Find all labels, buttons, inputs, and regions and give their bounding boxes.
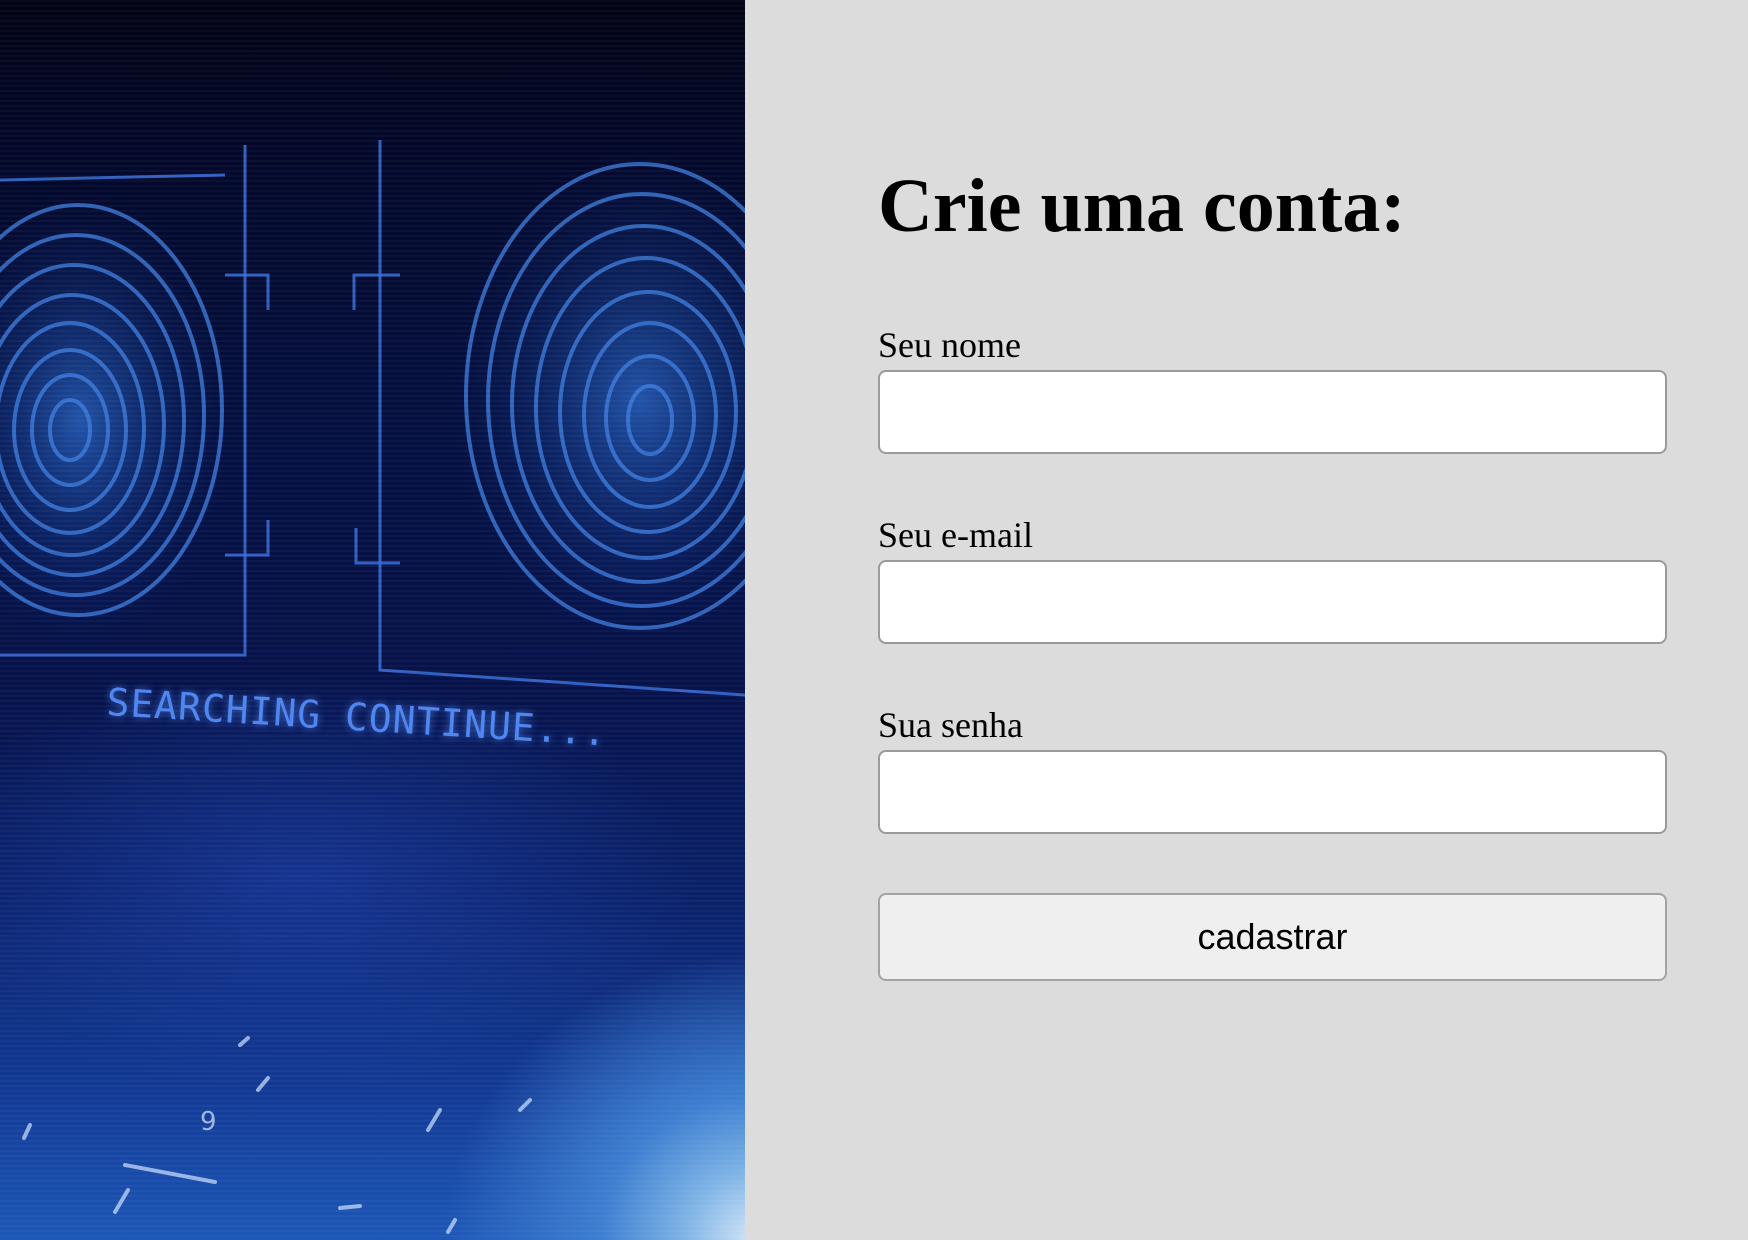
name-input[interactable] xyxy=(878,370,1667,454)
email-input[interactable] xyxy=(878,560,1667,644)
signup-page: 9 SEARCHING CONTINUE... Crie uma conta: … xyxy=(0,0,1748,1240)
form-title: Crie uma conta: xyxy=(878,164,1406,248)
fingerprint-scan-graphic: 9 xyxy=(0,140,745,1234)
signup-form-panel: Crie uma conta: Seu nome Seu e-mail Sua … xyxy=(745,0,1748,1240)
signup-submit-button[interactable]: cadastrar xyxy=(878,893,1667,981)
name-label: Seu nome xyxy=(878,325,1021,365)
fingerprint-right xyxy=(450,150,745,650)
fingerprint-left xyxy=(0,190,230,650)
fingerprint-hero-image: 9 SEARCHING CONTINUE... xyxy=(0,0,745,1240)
password-label: Sua senha xyxy=(878,705,1023,745)
email-label: Seu e-mail xyxy=(878,515,1033,555)
keyboard-keys xyxy=(22,1036,532,1234)
password-input[interactable] xyxy=(878,750,1667,834)
keyboard-key-glyph: 9 xyxy=(200,1107,217,1137)
